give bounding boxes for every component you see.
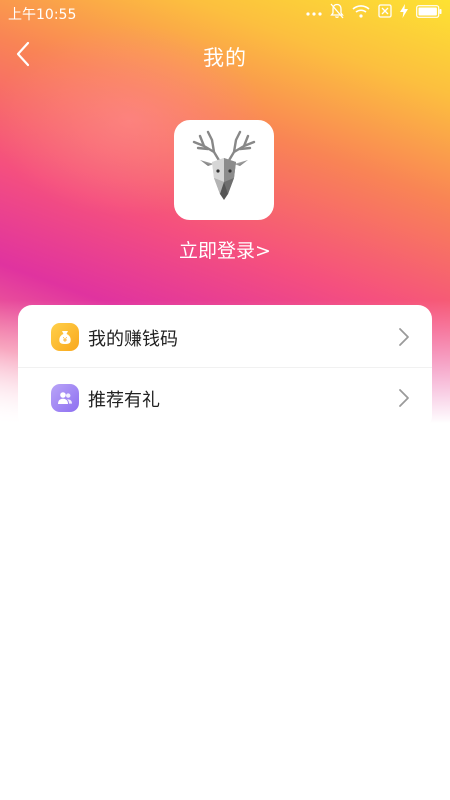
people-icon: [51, 384, 79, 412]
page-title: 我的: [203, 46, 247, 70]
chevron-right-icon: [398, 388, 410, 408]
login-link[interactable]: 立即登录>: [0, 236, 450, 263]
menu-card: ¥ 我的赚钱码 推荐有礼: [18, 305, 432, 430]
menu-item-label: 推荐有礼: [88, 390, 160, 411]
svg-text:¥: ¥: [63, 336, 68, 344]
money-bag-icon: ¥: [51, 323, 79, 351]
chevron-right-icon: [398, 327, 410, 347]
menu-item-earn-code[interactable]: ¥ 我的赚钱码: [18, 307, 432, 367]
battery-icon: [416, 4, 442, 22]
menu-item-label: 我的赚钱码: [88, 329, 178, 350]
status-time: 上午10:55: [8, 7, 77, 23]
avatar[interactable]: [174, 120, 274, 220]
no-sim-icon: [378, 4, 392, 22]
more-dots-icon: [306, 5, 322, 21]
wifi-icon: [352, 4, 370, 22]
status-bar: 上午10:55: [0, 0, 450, 24]
status-icons: [306, 3, 442, 23]
menu-item-referral[interactable]: 推荐有礼: [18, 368, 432, 428]
mute-bell-icon: [330, 3, 344, 23]
charging-icon: [400, 4, 408, 22]
deer-head-logo: [178, 122, 270, 218]
